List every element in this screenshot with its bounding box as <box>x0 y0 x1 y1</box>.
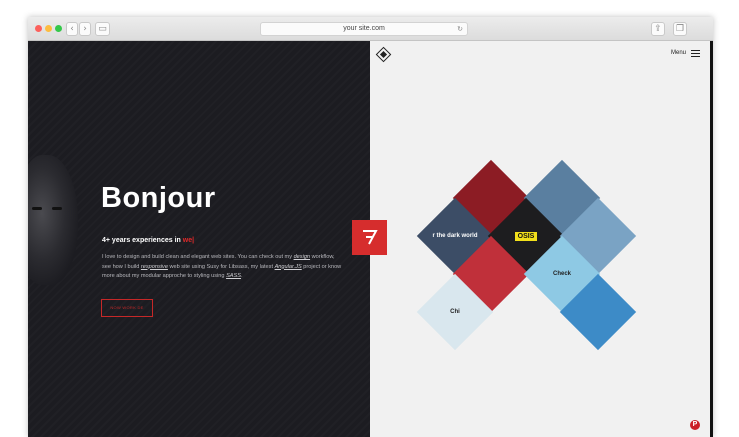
tabs-icon[interactable]: ❐ <box>673 22 687 36</box>
cta-button[interactable]: NOW WORK DE <box>101 299 153 317</box>
portfolio-tile-label <box>571 285 625 339</box>
browser-window: ‹ › ▭ your site.com ↻ ⇪ ❐ Bonjour 4+ yea… <box>28 17 713 437</box>
menu-label[interactable]: Menu <box>671 50 686 56</box>
portrait-image <box>28 155 78 285</box>
menu-icon[interactable] <box>691 50 700 58</box>
portfolio-tile-label: Chi <box>450 309 460 315</box>
hero-subtitle-accent: we| <box>182 237 195 244</box>
close-window-button[interactable] <box>35 25 42 32</box>
design-link[interactable]: design <box>294 254 310 260</box>
minimize-window-button[interactable] <box>45 25 52 32</box>
responsive-link[interactable]: responsive <box>141 264 168 270</box>
zoom-window-button[interactable] <box>55 25 62 32</box>
share-icon[interactable]: ⇪ <box>651 22 665 36</box>
browser-toolbar: ‹ › ▭ your site.com ↻ ⇪ ❐ <box>28 17 713 41</box>
reload-icon[interactable]: ↻ <box>457 23 463 35</box>
hero-subtitle: 4+ years experiences in we| <box>102 237 195 244</box>
sass-link[interactable]: SASS <box>226 273 241 279</box>
hero-panel: Bonjour 4+ years experiences in we| I lo… <box>28 41 370 437</box>
sidebar-toggle-icon[interactable]: ▭ <box>95 22 110 36</box>
brand-badge-icon[interactable] <box>352 220 387 255</box>
url-text: your site.com <box>343 25 385 32</box>
back-button[interactable]: ‹ <box>66 22 78 36</box>
window-edge <box>710 41 713 437</box>
hero-title: Bonjour <box>101 182 216 214</box>
angular-link[interactable]: Angular.JS <box>275 264 302 270</box>
portfolio-panel: Menu r the dark world OSIS Check Chi P <box>370 41 710 437</box>
pinterest-icon[interactable]: P <box>690 420 700 430</box>
hero-description: I love to design and build clean and ele… <box>102 254 342 280</box>
forward-button[interactable]: › <box>79 22 91 36</box>
address-bar[interactable]: your site.com ↻ <box>260 22 468 36</box>
logo-icon[interactable] <box>375 46 392 63</box>
